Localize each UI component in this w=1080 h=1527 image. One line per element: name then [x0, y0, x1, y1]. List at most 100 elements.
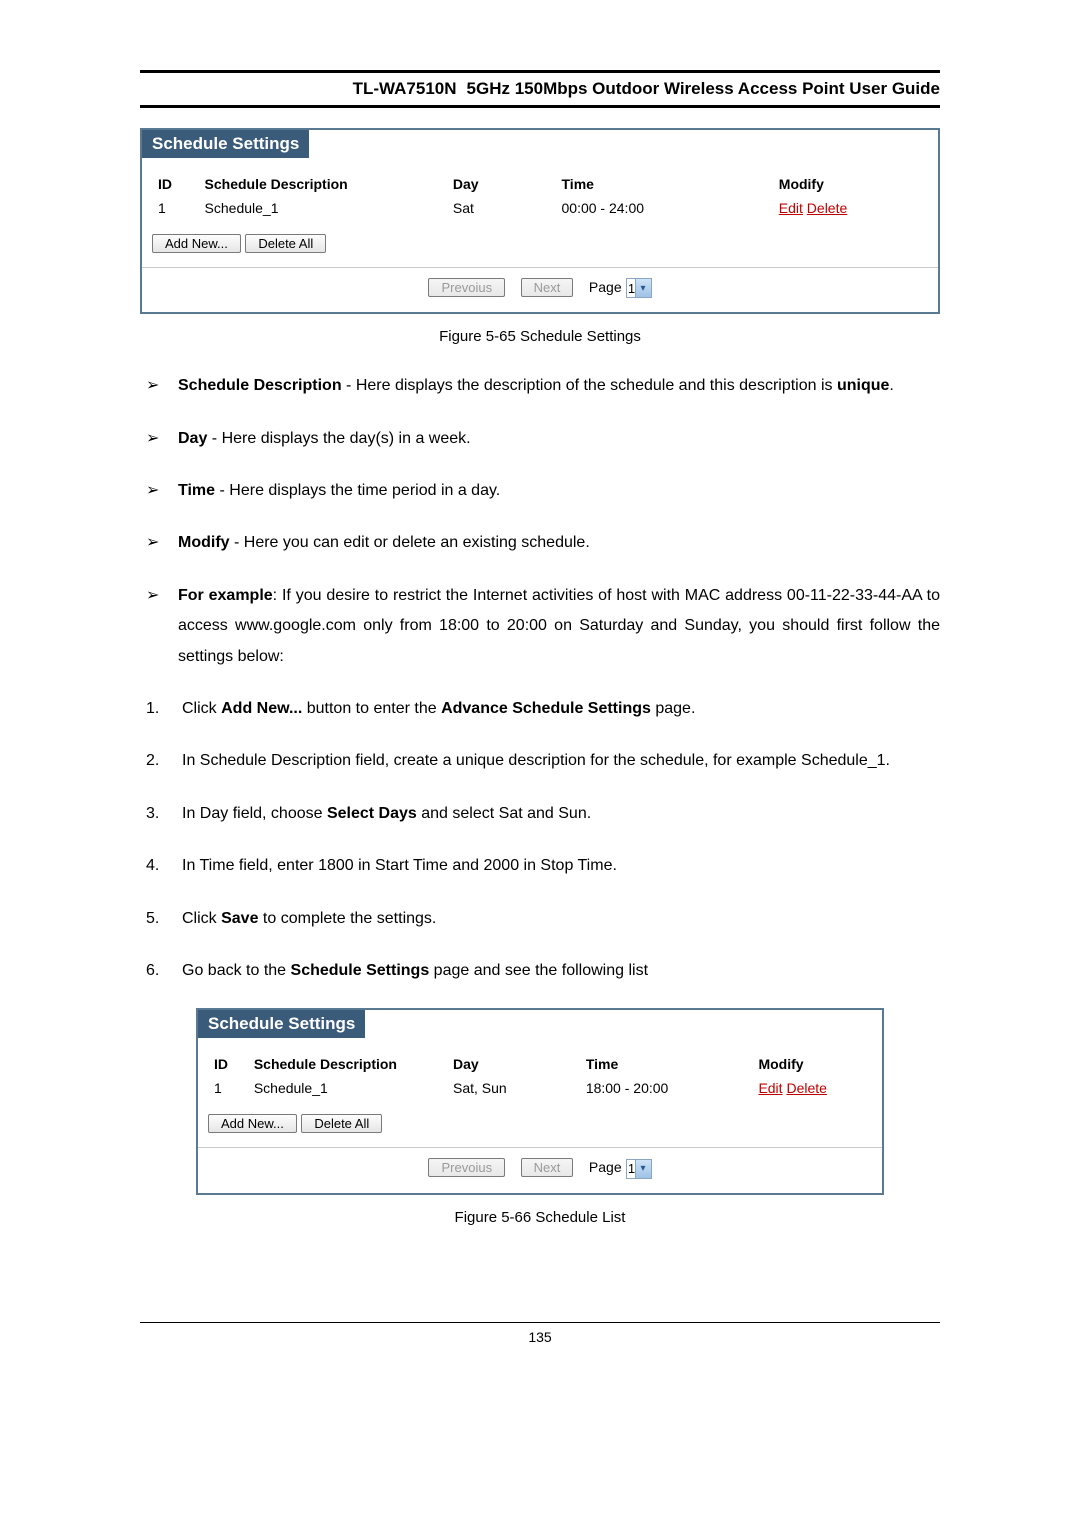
list-item: 6. Go back to the Schedule Settings page…: [146, 956, 940, 986]
header-bottom-rule: [140, 105, 940, 108]
step-text: page and see the following list: [429, 962, 648, 979]
cell-time: 00:00 - 24:00: [556, 196, 773, 220]
bullet-icon: ➢: [146, 581, 178, 672]
term-label: Modify: [178, 534, 230, 551]
col-id: ID: [208, 1052, 248, 1076]
step-number: 2.: [146, 746, 182, 776]
schedule-table: ID Schedule Description Day Time Modify …: [208, 1052, 872, 1100]
figure-caption-2: Figure 5-66 Schedule List: [140, 1209, 940, 1226]
next-button[interactable]: Next: [521, 278, 574, 297]
list-item: 3. In Day field, choose Select Days and …: [146, 799, 940, 829]
col-id: ID: [152, 172, 199, 196]
edit-link[interactable]: Edit: [758, 1080, 782, 1096]
panel-title: Schedule Settings: [142, 130, 309, 158]
step-text: to complete the settings.: [258, 910, 436, 927]
step-number: 5.: [146, 904, 182, 934]
bullet-icon: ➢: [146, 424, 178, 454]
col-modify: Modify: [773, 172, 928, 196]
cell-id: 1: [208, 1076, 248, 1100]
steps-list: 1. Click Add New... button to enter the …: [146, 694, 940, 986]
list-item: ➢ Time - Here displays the time period i…: [146, 476, 940, 506]
col-desc: Schedule Description: [248, 1052, 447, 1076]
list-item: 5. Click Save to complete the settings.: [146, 904, 940, 934]
term-text: - Here displays the time period in a day…: [215, 482, 500, 499]
cell-id: 1: [152, 196, 199, 220]
previous-button[interactable]: Prevoius: [428, 1158, 505, 1177]
step-text: button to enter the: [302, 700, 441, 717]
cell-desc: Schedule_1: [199, 196, 447, 220]
cell-day: Sat, Sun: [447, 1076, 580, 1100]
page-header: TL-WA7510N 5GHz 150Mbps Outdoor Wireless…: [140, 70, 940, 108]
page-label: Page: [589, 1159, 622, 1175]
step-bold: Select Days: [327, 805, 417, 822]
term-text-after: .: [889, 377, 893, 394]
cell-desc: Schedule_1: [248, 1076, 447, 1100]
step-text: In Schedule Description field, create a …: [182, 752, 890, 769]
step-text: Go back to the: [182, 962, 291, 979]
delete-link[interactable]: Delete: [807, 200, 847, 216]
header-top-rule: [140, 70, 940, 73]
list-item: 4. In Time field, enter 1800 in Start Ti…: [146, 851, 940, 881]
step-number: 6.: [146, 956, 182, 986]
list-item: 1. Click Add New... button to enter the …: [146, 694, 940, 724]
step-number: 3.: [146, 799, 182, 829]
step-text: In Day field, choose: [182, 805, 327, 822]
step-bold: Schedule Settings: [291, 962, 430, 979]
chevron-down-icon[interactable]: ▾: [635, 279, 651, 297]
step-text: In Time field, enter 1800 in Start Time …: [182, 857, 617, 874]
example-text: : If you desire to restrict the Internet…: [178, 587, 940, 665]
term-label: Time: [178, 482, 215, 499]
col-day: Day: [447, 1052, 580, 1076]
delete-link[interactable]: Delete: [786, 1080, 826, 1096]
step-bold: Add New...: [221, 700, 302, 717]
next-button[interactable]: Next: [521, 1158, 574, 1177]
example-label: For example: [178, 587, 273, 604]
col-desc: Schedule Description: [199, 172, 447, 196]
list-item: ➢ Schedule Description - Here displays t…: [146, 371, 940, 401]
col-modify: Modify: [752, 1052, 872, 1076]
delete-all-button[interactable]: Delete All: [245, 234, 326, 253]
delete-all-button[interactable]: Delete All: [301, 1114, 382, 1133]
col-day: Day: [447, 172, 556, 196]
step-text: Click: [182, 700, 221, 717]
table-row: 1 Schedule_1 Sat 00:00 - 24:00 Edit Dele…: [152, 196, 928, 220]
panel-title: Schedule Settings: [198, 1010, 365, 1038]
col-time: Time: [580, 1052, 753, 1076]
cell-modify: Edit Delete: [752, 1076, 872, 1100]
list-item: ➢ For example: If you desire to restrict…: [146, 581, 940, 672]
schedule-table: ID Schedule Description Day Time Modify …: [152, 172, 928, 220]
previous-button[interactable]: Prevoius: [428, 278, 505, 297]
model-number: TL-WA7510N: [353, 79, 459, 99]
step-text: and select Sat and Sun.: [417, 805, 591, 822]
step-bold: Advance Schedule Settings: [441, 700, 651, 717]
definition-list: ➢ Schedule Description - Here displays t…: [146, 371, 940, 672]
term-text: - Here displays the description of the s…: [342, 377, 837, 394]
list-item: ➢ Modify - Here you can edit or delete a…: [146, 528, 940, 558]
edit-link[interactable]: Edit: [779, 200, 803, 216]
term-text: - Here you can edit or delete an existin…: [230, 534, 590, 551]
schedule-settings-panel-1: Schedule Settings ID Schedule Descriptio…: [140, 128, 940, 314]
term-label: Day: [178, 430, 207, 447]
footer-rule: [140, 1322, 940, 1323]
table-row: 1 Schedule_1 Sat, Sun 18:00 - 20:00 Edit…: [208, 1076, 872, 1100]
add-new-button[interactable]: Add New...: [208, 1114, 297, 1133]
cell-time: 18:00 - 20:00: [580, 1076, 753, 1100]
header-title: 5GHz 150Mbps Outdoor Wireless Access Poi…: [467, 79, 940, 99]
figure-caption-1: Figure 5-65 Schedule Settings: [140, 328, 940, 345]
page-label: Page: [589, 279, 622, 295]
chevron-down-icon[interactable]: ▾: [635, 1160, 651, 1178]
cell-modify: Edit Delete: [773, 196, 928, 220]
col-time: Time: [556, 172, 773, 196]
list-item: 2. In Schedule Description field, create…: [146, 746, 940, 776]
bullet-icon: ➢: [146, 476, 178, 506]
step-bold: Save: [221, 910, 258, 927]
bullet-icon: ➢: [146, 371, 178, 401]
step-number: 1.: [146, 694, 182, 724]
add-new-button[interactable]: Add New...: [152, 234, 241, 253]
step-text: page.: [651, 700, 695, 717]
step-number: 4.: [146, 851, 182, 881]
bullet-icon: ➢: [146, 528, 178, 558]
term-text: - Here displays the day(s) in a week.: [207, 430, 470, 447]
list-item: ➢ Day - Here displays the day(s) in a we…: [146, 424, 940, 454]
page-number: 135: [0, 1329, 1080, 1345]
